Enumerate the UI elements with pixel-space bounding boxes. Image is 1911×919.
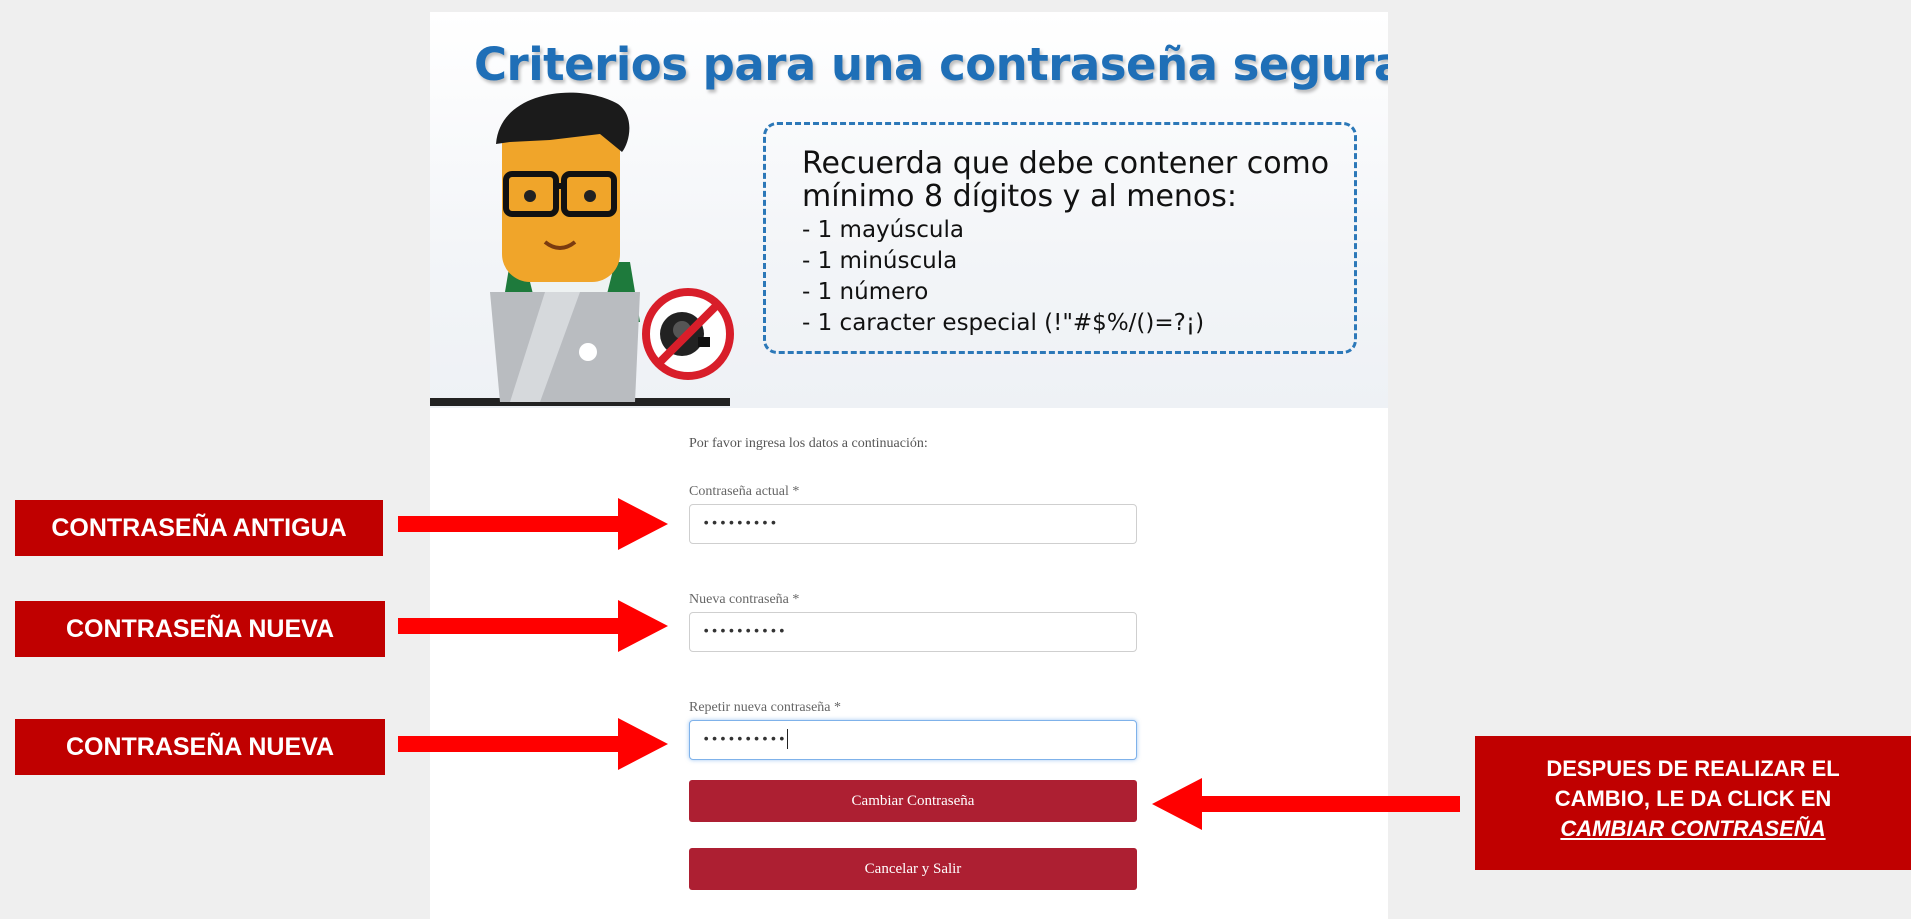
callout-line-1: DESPUES DE REALIZAR EL [1546, 756, 1840, 781]
callout-emphasis: CAMBIAR CONTRASEÑA [1560, 816, 1826, 841]
criteria-item-number: - 1 número [802, 279, 929, 305]
password-criteria-banner: Criterios para una contraseña segura Rec… [430, 12, 1388, 408]
criteria-item-special-char: - 1 caracter especial (!"#$%/()=?¡) [802, 310, 1205, 336]
callout-old-password: CONTRASEÑA ANTIGUA [15, 500, 383, 556]
callout-new-password: CONTRASEÑA NUEVA [15, 601, 385, 657]
arrow-right-icon [398, 498, 668, 550]
repeat-password-label: Repetir nueva contraseña * [689, 700, 841, 715]
arrow-right-icon [398, 600, 668, 652]
criteria-item-lowercase: - 1 minúscula [802, 248, 958, 274]
criteria-heading: Recuerda que debe contener como mínimo 8… [802, 146, 1330, 214]
new-password-value: •••••••••• [702, 624, 787, 640]
new-password-input[interactable]: •••••••••• [689, 612, 1137, 652]
criteria-box: Recuerda que debe contener como mínimo 8… [763, 122, 1357, 354]
current-password-value: ••••••••• [702, 516, 778, 532]
change-password-button[interactable]: Cambiar Contraseña [689, 780, 1137, 822]
form-intro-text: Por favor ingresa los datos a continuaci… [689, 436, 928, 451]
arrow-right-icon [398, 718, 668, 770]
callout-repeat-password: CONTRASEÑA NUEVA [15, 719, 385, 775]
repeat-password-value: •••••••••• [702, 732, 787, 748]
callout-change-button-instruction: DESPUES DE REALIZAR EL CAMBIO, LE DA CLI… [1475, 736, 1911, 870]
criteria-list: - 1 mayúscula - 1 minúscula - 1 número -… [802, 215, 1204, 339]
current-password-input[interactable]: ••••••••• [689, 504, 1137, 544]
arrow-left-icon [1152, 778, 1460, 830]
cancel-exit-button[interactable]: Cancelar y Salir [689, 848, 1137, 890]
repeat-password-input[interactable]: •••••••••• [689, 720, 1137, 760]
callout-line-2: CAMBIO, LE DA CLICK EN [1554, 786, 1832, 811]
criteria-item-uppercase: - 1 mayúscula [802, 217, 964, 243]
new-password-label: Nueva contraseña * [689, 592, 800, 607]
current-password-label: Contraseña actual * [689, 484, 800, 499]
character-laptop-illustration [430, 92, 734, 406]
text-caret [787, 729, 789, 750]
